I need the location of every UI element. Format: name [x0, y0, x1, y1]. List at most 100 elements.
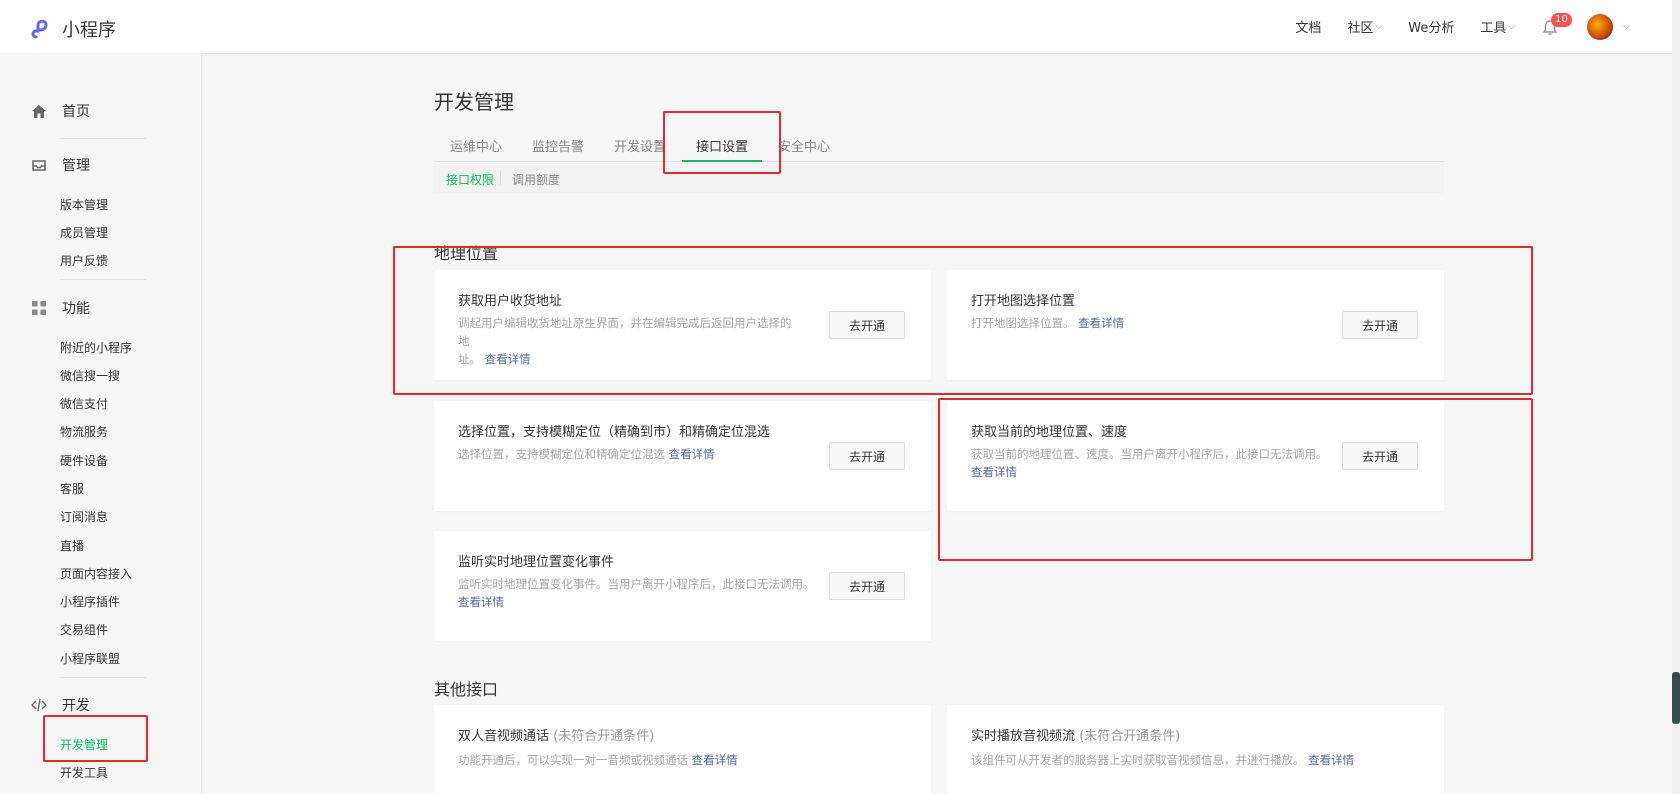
detail-link[interactable]: 查看详情: [971, 465, 1017, 479]
sidebar-item-content[interactable]: 页面内容接入: [60, 565, 132, 582]
sidebar-item-feedback[interactable]: 用户反馈: [60, 252, 108, 269]
detail-link[interactable]: 查看详情: [692, 753, 738, 767]
card-desc: 选择位置，支持模糊定位和精确定位混选 查看详情: [458, 445, 715, 463]
code-icon: [30, 696, 48, 714]
user-menu[interactable]: ⌵: [1587, 13, 1630, 40]
sidebar-group-label: 开发: [62, 698, 90, 714]
tab-dev-settings[interactable]: 开发设置: [614, 136, 666, 155]
card-title-note: (未符合开通条件): [1079, 729, 1181, 744]
api-card-voip: 双人音视频通话 (未符合开通条件) 功能开通后，可以实现一对一音频或视频通话 查…: [434, 705, 931, 794]
card-desc-text: 监听实时地理位置变化事件。当用户离开小程序后，此接口无法调用。: [458, 577, 815, 591]
nav-tools-label: 工具: [1480, 21, 1507, 36]
tab-monitoring[interactable]: 监控告警: [532, 136, 584, 155]
sidebar-group-manage[interactable]: 管理: [30, 155, 90, 175]
scrollbar[interactable]: [1672, 0, 1680, 794]
card-desc: 获取当前的地理位置、速度。当用户离开小程序后，此接口无法调用。 查看详情: [971, 445, 1341, 481]
card-desc-text: 调起用户编辑收货地址原生界面，并在编辑完成后返回用户选择的地: [458, 316, 792, 348]
open-button[interactable]: 去开通: [829, 311, 905, 339]
avatar: [1587, 13, 1614, 40]
sidebar-item-subscribe[interactable]: 订阅消息: [60, 508, 108, 525]
top-bar: 小程序 文档 社区 ⌵ We分析 工具 ⌵ 10 ⌵: [0, 0, 1680, 53]
chevron-down-icon: ⌵: [1508, 21, 1516, 32]
notification-badge: 10: [1551, 12, 1572, 27]
nav-community[interactable]: 社区 ⌵: [1347, 17, 1382, 36]
detail-link[interactable]: 查看详情: [669, 447, 715, 461]
sidebar-item-members[interactable]: 成员管理: [60, 224, 108, 241]
card-desc-text: 该组件可从开发者的服务器上实时获取音视频信息，并进行播放。: [971, 753, 1305, 767]
nav-community-label: 社区: [1347, 21, 1374, 36]
detail-link[interactable]: 查看详情: [1308, 753, 1354, 767]
card-title-text: 双人音视频通话: [458, 729, 550, 744]
miniprogram-logo-icon: [31, 19, 48, 39]
sidebar-group-label: 管理: [62, 158, 90, 174]
subtab-api-permissions[interactable]: 接口权限: [446, 171, 494, 188]
sidebar-item-logistics[interactable]: 物流服务: [60, 423, 108, 440]
sidebar-item-nearby[interactable]: 附近的小程序: [60, 339, 132, 356]
open-button[interactable]: 去开通: [1342, 442, 1418, 470]
card-title: 双人音视频通话 (未符合开通条件): [458, 725, 654, 744]
scrollbar-thumb[interactable]: [1672, 672, 1680, 724]
logo-text: 小程序: [62, 20, 116, 41]
card-desc-text: 功能开通后，可以实现一对一音频或视频通话: [458, 753, 688, 767]
card-desc: 调起用户编辑收货地址原生界面，并在编辑完成后返回用户选择的地 址。 查看详情: [458, 314, 798, 368]
tab-ops-center[interactable]: 运维中心: [450, 136, 502, 155]
sidebar-item-alliance[interactable]: 小程序联盟: [60, 650, 120, 667]
open-button[interactable]: 去开通: [1342, 311, 1418, 339]
card-title: 监听实时地理位置变化事件: [458, 555, 615, 570]
sidebar-group-label: 首页: [62, 104, 90, 120]
card-title: 获取用户收货地址: [458, 294, 563, 309]
sidebar-group-dev[interactable]: 开发: [30, 695, 90, 715]
nav-analytics[interactable]: We分析: [1408, 17, 1454, 36]
sidebar-item-live[interactable]: 直播: [60, 537, 84, 554]
sidebar-item-service[interactable]: 客服: [60, 480, 84, 497]
grid-icon: [30, 299, 48, 317]
sidebar-divider: [60, 677, 146, 678]
logo[interactable]: 小程序: [30, 16, 116, 42]
sidebar-item-search[interactable]: 微信搜一搜: [60, 367, 120, 384]
detail-link[interactable]: 查看详情: [1078, 316, 1124, 330]
tab-api-settings[interactable]: 接口设置: [696, 136, 748, 155]
notification-bell[interactable]: 10: [1541, 12, 1572, 37]
card-title-text: 实时播放音视频流: [971, 729, 1076, 744]
card-title: 获取当前的地理位置、速度: [971, 425, 1128, 440]
card-desc-text: 址。: [458, 352, 481, 366]
sidebar-item-pay[interactable]: 微信支付: [60, 395, 108, 412]
tab-bar: 运维中心 监控告警 开发设置 接口设置 安全中心: [434, 124, 1444, 162]
chevron-down-icon: ⌵: [1375, 21, 1383, 32]
sidebar-item-trade[interactable]: 交易组件: [60, 621, 108, 638]
nav-docs[interactable]: 文档: [1295, 17, 1321, 36]
sidebar-item-version[interactable]: 版本管理: [60, 196, 108, 213]
sidebar-group-label: 功能: [62, 301, 90, 317]
sidebar-item-dev-manage[interactable]: 开发管理: [60, 736, 108, 753]
inbox-icon: [30, 156, 48, 174]
api-card-choose-location: 选择位置，支持模糊定位（精确到市）和精确定位混选 选择位置，支持模糊定位和精确定…: [434, 401, 931, 511]
open-button[interactable]: 去开通: [829, 442, 905, 470]
card-desc: 打开地图选择位置。 查看详情: [971, 314, 1124, 332]
home-icon: [30, 102, 48, 120]
active-tab-underline: [682, 160, 762, 162]
card-title: 打开地图选择位置: [971, 294, 1076, 309]
sidebar-divider: [60, 279, 146, 280]
api-card-location-change: 监听实时地理位置变化事件 监听实时地理位置变化事件。当用户离开小程序后，此接口无…: [434, 531, 931, 641]
tab-security-center[interactable]: 安全中心: [778, 136, 830, 155]
top-nav: 文档 社区 ⌵ We分析 工具 ⌵ 10 ⌵: [1295, 0, 1630, 53]
section-title-geo: 地理位置: [434, 244, 499, 263]
detail-link[interactable]: 查看详情: [485, 352, 531, 366]
sidebar-group-home[interactable]: 首页: [30, 101, 90, 121]
card-title: 实时播放音视频流 (未符合开通条件): [971, 725, 1180, 744]
subtab-call-quota[interactable]: 调用额度: [512, 171, 560, 188]
section-title-other: 其他接口: [434, 680, 499, 699]
open-button[interactable]: 去开通: [829, 572, 905, 600]
card-desc-text: 打开地图选择位置。: [971, 316, 1075, 330]
card-desc: 监听实时地理位置变化事件。当用户离开小程序后，此接口无法调用。 查看详情: [458, 575, 828, 611]
nav-tools[interactable]: 工具 ⌵: [1480, 17, 1515, 36]
sidebar-item-dev-tools[interactable]: 开发工具: [60, 764, 108, 781]
api-card-get-location: 获取当前的地理位置、速度 获取当前的地理位置、速度。当用户离开小程序后，此接口无…: [947, 401, 1444, 511]
sidebar-item-hardware[interactable]: 硬件设备: [60, 452, 108, 469]
api-card-live-player: 实时播放音视频流 (未符合开通条件) 该组件可从开发者的服务器上实时获取音视频信…: [947, 705, 1444, 794]
detail-link[interactable]: 查看详情: [458, 595, 504, 609]
sidebar-group-features[interactable]: 功能: [30, 298, 90, 318]
sidebar-divider: [60, 138, 146, 139]
sidebar-item-plugin[interactable]: 小程序插件: [60, 593, 120, 610]
api-card-map-choose: 打开地图选择位置 打开地图选择位置。 查看详情 去开通: [947, 270, 1444, 380]
